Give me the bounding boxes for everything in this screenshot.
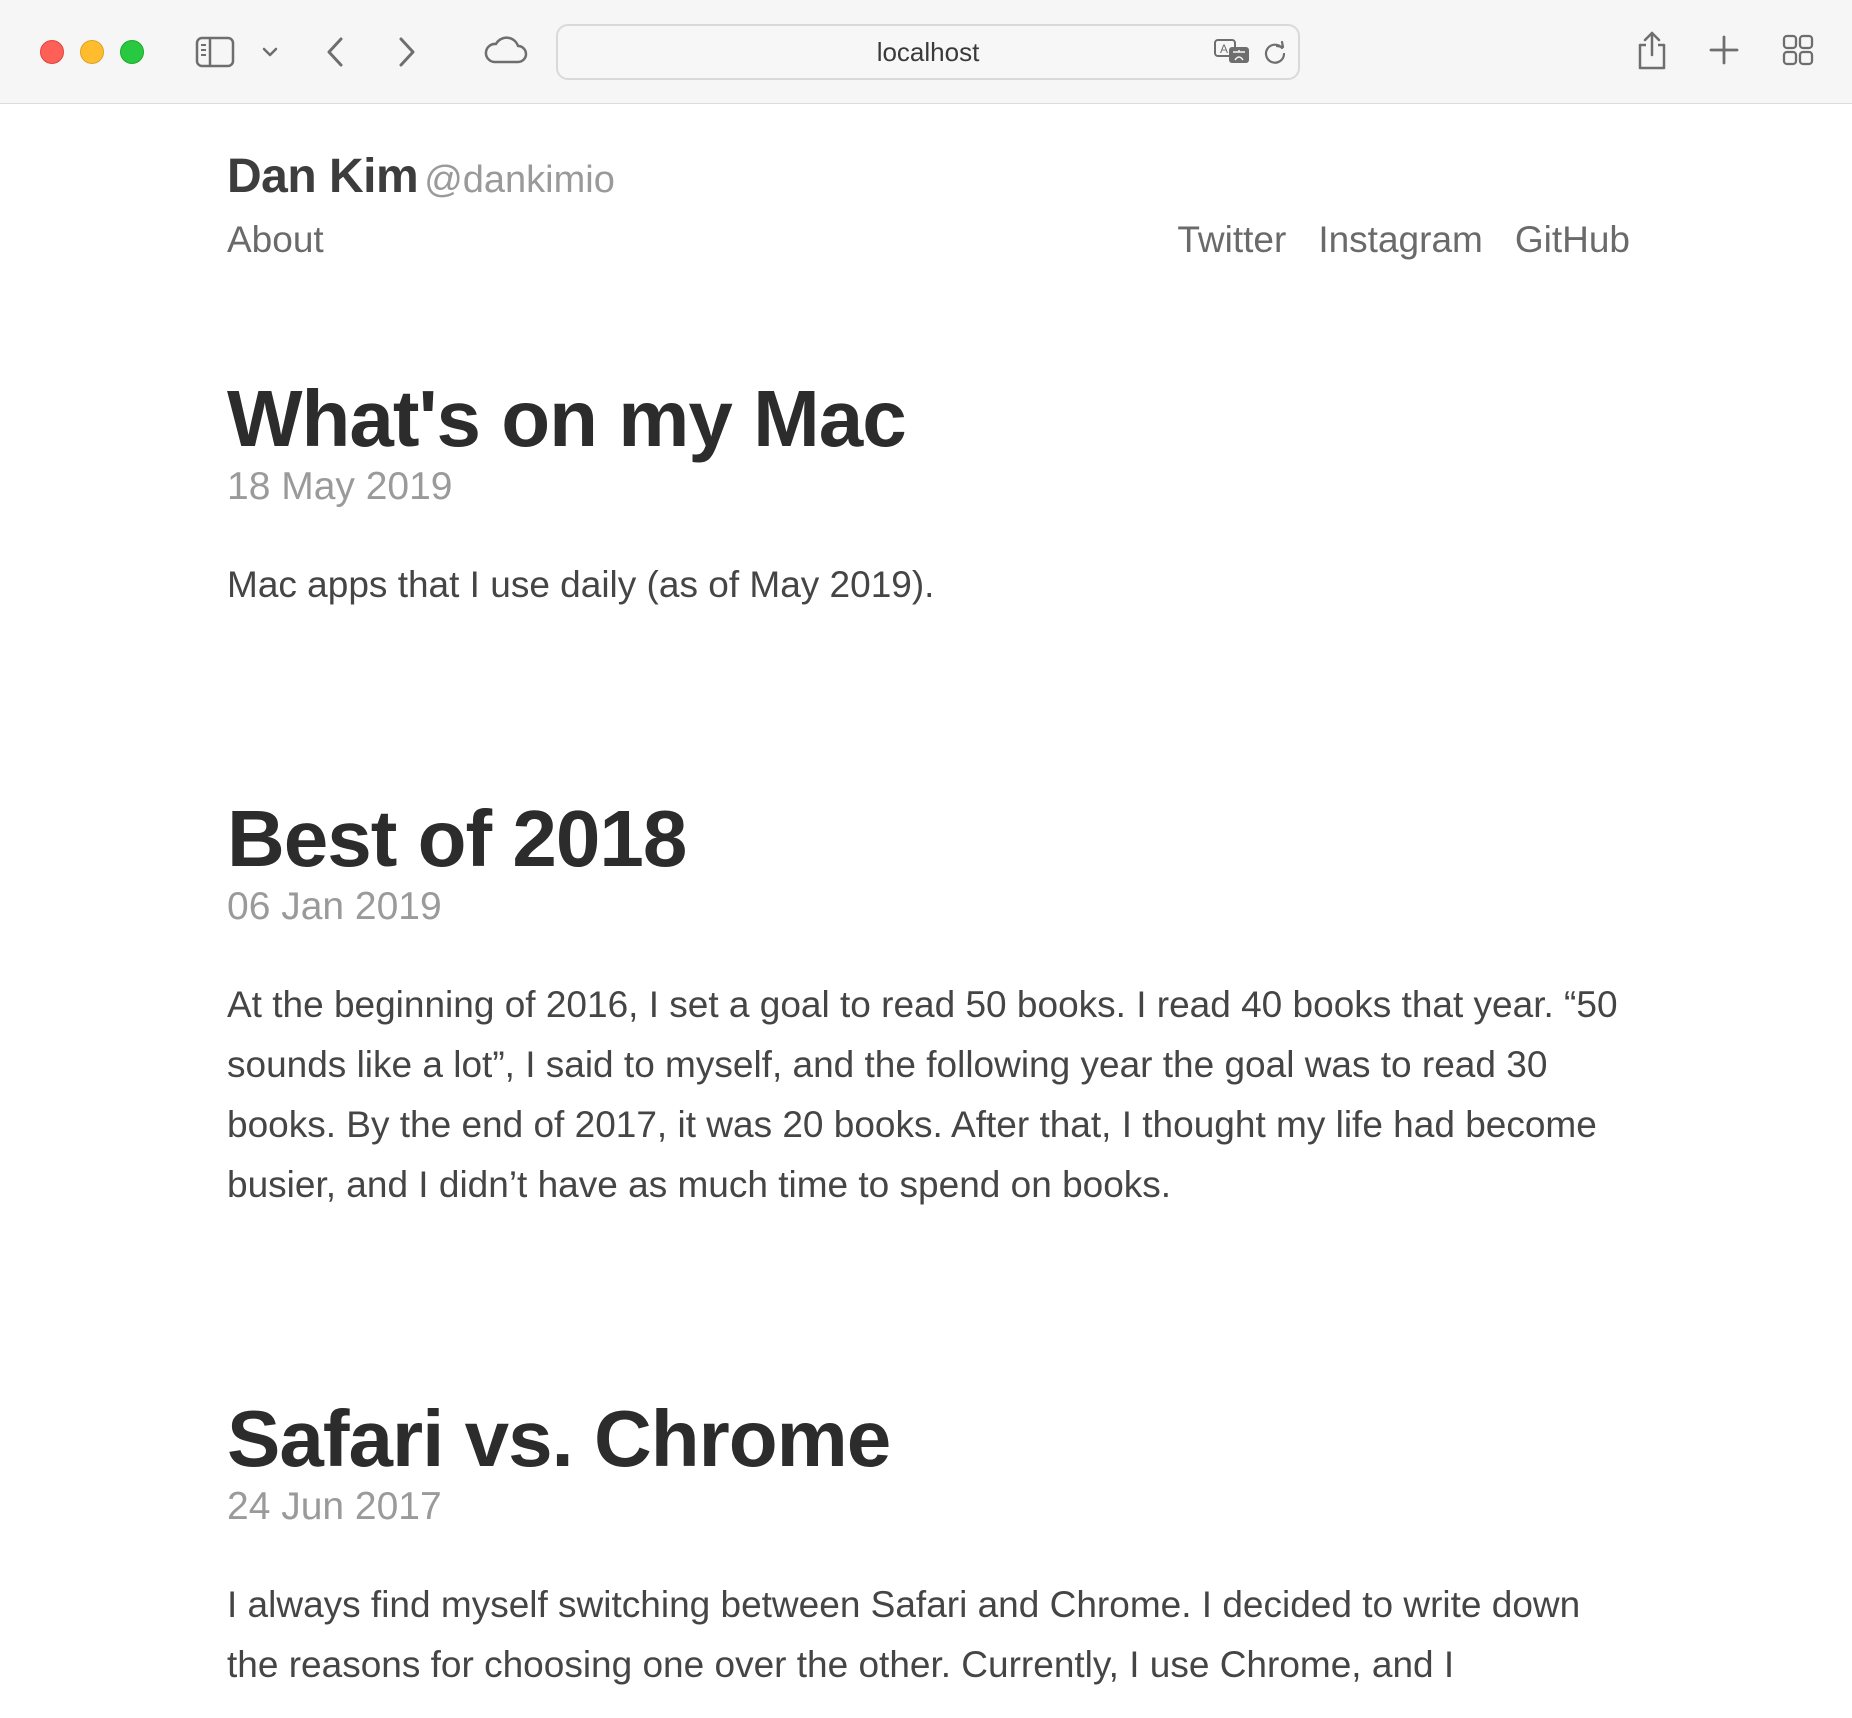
nav-link-github[interactable]: GitHub [1515,219,1630,261]
post-excerpt: Mac apps that I use daily (as of May 201… [227,564,935,605]
site-header: Dan Kim @dankimio [227,149,615,204]
post-title[interactable]: Safari vs. Chrome [227,1395,1627,1483]
nav-link-twitter[interactable]: Twitter [1177,219,1286,261]
post-date: 06 Jan 2019 [227,885,442,928]
post-date: 18 May 2019 [227,465,453,508]
social-nav: Twitter Instagram GitHub [1177,219,1630,261]
browser-window: localhost A Dan Kim @dankimio About Twit… [0,0,1852,1718]
zoom-window-button[interactable] [120,40,144,64]
browser-toolbar: localhost A [0,0,1852,104]
translate-icon[interactable]: A [1212,36,1252,68]
address-text: localhost [876,36,980,67]
post-date: 24 Jun 2017 [227,1485,442,1528]
close-window-button[interactable] [40,40,64,64]
nav-link-about[interactable]: About [227,219,324,261]
post-title[interactable]: What's on my Mac [227,375,1627,463]
back-icon[interactable] [320,32,350,72]
post-item: What's on my Mac 18 May 2019 Mac apps th… [227,375,1627,615]
address-bar[interactable]: localhost A [556,24,1300,80]
post-item: Safari vs. Chrome 24 Jun 2017 I always f… [227,1395,1627,1695]
share-icon[interactable] [1632,28,1672,72]
reload-icon[interactable] [1260,38,1290,68]
post-excerpt: I always find myself switching between S… [227,1584,1581,1685]
nav-link-instagram[interactable]: Instagram [1318,219,1483,261]
minimize-window-button[interactable] [80,40,104,64]
svg-text:A: A [1220,42,1228,56]
post-excerpt: At the beginning of 2016, I set a goal t… [227,984,1618,1205]
sidebar-toggle-icon[interactable] [192,32,238,72]
site-name[interactable]: Dan Kim [227,150,419,203]
icloud-tabs-icon[interactable] [480,30,530,70]
forward-icon[interactable] [392,32,422,72]
site-handle: @dankimio [424,159,615,201]
post-title[interactable]: Best of 2018 [227,795,1627,883]
chevron-down-icon[interactable] [258,40,282,64]
new-tab-icon[interactable] [1706,32,1742,68]
tab-overview-icon[interactable] [1780,32,1816,68]
post-item: Best of 2018 06 Jan 2019 At the beginnin… [227,795,1627,1215]
